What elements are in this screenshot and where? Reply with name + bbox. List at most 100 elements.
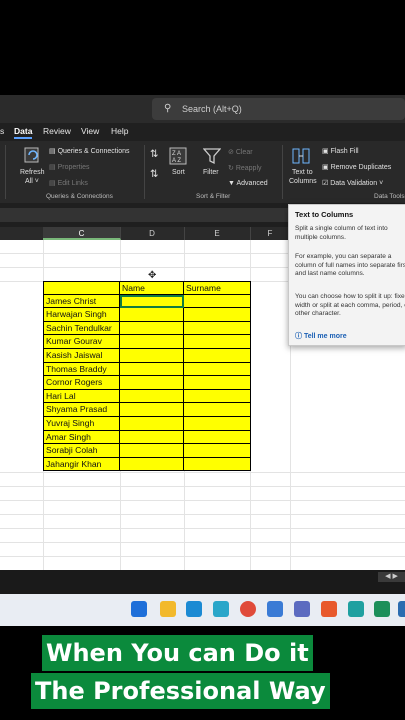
store-icon[interactable] [294, 601, 310, 617]
tooltip-title: Text to Columns [295, 210, 354, 219]
header-cell-surname[interactable]: Surname [184, 281, 251, 295]
sort-za-icon[interactable]: ⇅ [150, 169, 158, 180]
sort-label[interactable]: Sort [172, 169, 185, 176]
search-box[interactable]: ⚲ Search (Alt+Q) [152, 98, 405, 120]
surname-cell[interactable] [184, 457, 251, 472]
full-name-cell[interactable]: Yuvraj Singh [43, 416, 120, 431]
surname-cell[interactable] [184, 430, 251, 445]
header-cell-name[interactable]: Name [120, 281, 184, 295]
surname-cell[interactable] [184, 389, 251, 404]
surname-cell[interactable] [184, 308, 251, 322]
remove-duplicates-button[interactable]: ▣ Remove Duplicates [322, 163, 391, 171]
group-queries: Queries & Connections [46, 193, 113, 200]
name-cell[interactable] [120, 457, 184, 472]
surname-cell[interactable] [184, 335, 251, 349]
full-name-cell[interactable]: Sorabji Colah [43, 444, 120, 458]
word-icon[interactable] [398, 601, 405, 617]
name-cell[interactable] [120, 376, 184, 390]
scroll-arrows[interactable]: ◀ ▶ [378, 572, 405, 582]
full-name-cell[interactable]: Amar Singh [43, 430, 120, 445]
flash-fill-button[interactable]: ▣ Flash Fill [322, 147, 359, 155]
chrome-icon[interactable] [240, 601, 256, 617]
monitor-icon[interactable] [186, 601, 202, 617]
video-caption: When You can Do it The Professional Way [0, 626, 405, 720]
full-name-cell[interactable]: Thomas Braddy [43, 362, 120, 377]
data-validation-button[interactable]: ☑ Data Validation ˅ [322, 179, 383, 187]
header-cell-c[interactable] [43, 281, 120, 295]
name-cell[interactable] [120, 403, 184, 417]
surname-cell[interactable] [184, 444, 251, 458]
group-data-tools: Data Tools [374, 193, 405, 200]
caption-line-2: The Professional Way [31, 673, 330, 709]
full-name-cell[interactable]: Cornor Rogers [43, 376, 120, 390]
refresh-sub[interactable]: All ˅ [25, 178, 39, 185]
excel-icon[interactable] [374, 601, 390, 617]
full-name-cell[interactable]: Jahangir Khan [43, 457, 120, 472]
column-header-e[interactable]: E [184, 227, 251, 240]
queries-connections[interactable]: ▤ Queries & Connections [49, 147, 130, 155]
column-header-d[interactable]: D [120, 227, 185, 240]
name-cell[interactable] [120, 348, 184, 363]
surname-cell[interactable] [184, 294, 251, 309]
sort-az-icon[interactable]: ⇅ [150, 149, 158, 160]
tab-partial[interactable]: s [0, 126, 4, 136]
refresh-label[interactable]: Refresh [20, 169, 45, 176]
svg-text:A Z: A Z [172, 158, 181, 164]
full-name-cell[interactable]: Kumar Gourav [43, 335, 120, 349]
edge-icon[interactable] [213, 601, 229, 617]
full-name-cell[interactable]: Harwajan Singh [43, 308, 120, 322]
text-to-columns-label2[interactable]: Columns [289, 178, 317, 185]
surname-cell[interactable] [184, 321, 251, 336]
text-to-columns-tooltip: Text to Columns Split a single column of… [288, 204, 405, 346]
filter-icon[interactable] [203, 147, 221, 165]
full-name-cell[interactable]: Hari Lal [43, 389, 120, 404]
name-cell[interactable] [120, 335, 184, 349]
name-cell[interactable] [120, 362, 184, 377]
table-row: Amar Singh [43, 430, 251, 445]
surname-cell[interactable] [184, 403, 251, 417]
surname-cell[interactable] [184, 348, 251, 363]
surname-cell[interactable] [184, 416, 251, 431]
reapply-button[interactable]: ↻ Reapply [228, 164, 262, 172]
name-cell[interactable] [120, 416, 184, 431]
column-header-c[interactable]: C [43, 227, 121, 240]
tab-data[interactable]: Data [14, 126, 33, 139]
name-cell[interactable] [120, 308, 184, 322]
file-explorer-icon[interactable] [160, 601, 176, 617]
sort-icon[interactable]: Z A A Z [169, 147, 187, 167]
tooltip-paragraph-2: For example, you can separate a column o… [295, 253, 405, 278]
edit-links[interactable]: ▤ Edit Links [49, 179, 88, 187]
table-row: Sorabji Colah [43, 444, 251, 458]
column-header-f[interactable]: F [250, 227, 291, 240]
table-header-row: Name Surname [43, 281, 251, 295]
name-cell[interactable] [120, 444, 184, 458]
tell-me-more-link[interactable]: ⓘ Tell me more [295, 331, 347, 341]
tab-view[interactable]: View [81, 126, 99, 136]
name-cell-active[interactable] [120, 294, 184, 309]
text-to-columns-icon[interactable] [292, 146, 312, 166]
surname-cell[interactable] [184, 362, 251, 377]
brave-icon[interactable] [321, 601, 337, 617]
filter-label[interactable]: Filter [203, 169, 219, 176]
calculator-icon[interactable] [267, 601, 283, 617]
clear-button[interactable]: ⊘ Clear [228, 148, 253, 156]
refresh-all-icon[interactable] [24, 146, 42, 164]
start-icon[interactable] [131, 601, 147, 617]
full-name-cell[interactable]: Shyama Prasad [43, 403, 120, 417]
ribbon: Refresh All ˅ ▤ Queries & Connections ▤ … [0, 141, 405, 203]
full-name-cell[interactable]: Sachin Tendulkar [43, 321, 120, 336]
text-to-columns-label[interactable]: Text to [292, 169, 313, 176]
name-cell[interactable] [120, 321, 184, 336]
tab-help[interactable]: Help [111, 126, 128, 136]
name-cell[interactable] [120, 389, 184, 404]
properties[interactable]: ▤ Properties [49, 163, 89, 171]
advanced-button[interactable]: ▼ Advanced [228, 180, 268, 187]
caption-line-1: When You can Do it [42, 635, 313, 671]
full-name-cell[interactable]: Kasish Jaiswal [43, 348, 120, 363]
name-cell[interactable] [120, 430, 184, 445]
table-row: Harwajan Singh [43, 308, 251, 322]
full-name-cell[interactable]: James Christ [43, 294, 120, 309]
app-icon[interactable] [348, 601, 364, 617]
tab-review[interactable]: Review [43, 126, 71, 136]
surname-cell[interactable] [184, 376, 251, 390]
